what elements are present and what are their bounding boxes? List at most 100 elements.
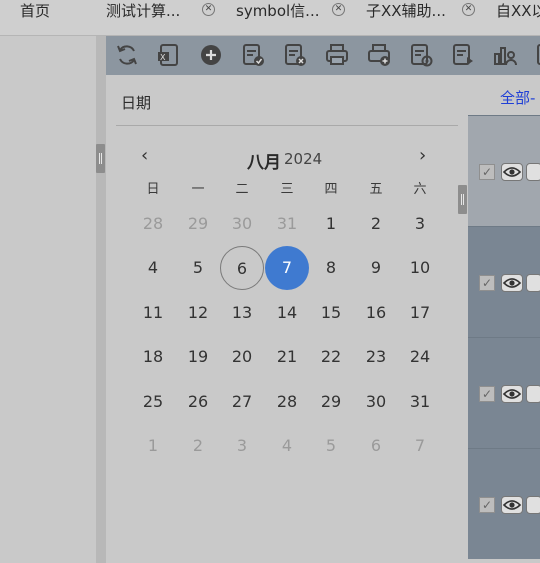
svg-text:X: X (160, 53, 166, 62)
filter-tab-all[interactable]: 全部- (500, 87, 535, 108)
print-add-icon[interactable] (366, 42, 392, 68)
edit-icon[interactable] (526, 274, 540, 292)
tab-close-icon[interactable]: ✕ (462, 3, 475, 16)
weekday-label: 四 (324, 182, 338, 197)
calendar-day[interactable]: 30 (220, 202, 264, 246)
calendar-day[interactable]: 4 (131, 246, 175, 290)
chevron-left-icon[interactable]: ‹ (141, 147, 155, 165)
tab-home[interactable]: 首页 (20, 0, 50, 24)
calendar-day[interactable]: 13 (220, 291, 264, 335)
calendar-day[interactable]: 14 (265, 291, 309, 335)
calendar-day[interactable]: 16 (354, 291, 398, 335)
toolbar: X (106, 36, 540, 75)
resize-handle-icon[interactable] (96, 144, 105, 173)
weekday-label: 三 (280, 182, 294, 197)
tab-test-calc[interactable]: 测试计算... (106, 0, 180, 24)
table-row[interactable]: ✓ (468, 115, 540, 226)
weekday-label: 五 (369, 182, 383, 197)
row-checkbox[interactable]: ✓ (479, 164, 495, 180)
calendar-day[interactable]: 1 (131, 424, 175, 468)
calendar-day[interactable]: 11 (131, 291, 175, 335)
month-label[interactable]: 八月 (247, 148, 281, 173)
calendar-day[interactable]: 29 (309, 380, 353, 424)
refresh-icon[interactable] (114, 42, 140, 68)
row-checkbox[interactable]: ✓ (479, 386, 495, 402)
view-eye-icon[interactable] (501, 274, 523, 292)
edit-icon[interactable] (526, 496, 540, 514)
calendar-day-today[interactable]: 6 (220, 246, 264, 290)
calendar-day[interactable]: 2 (354, 202, 398, 246)
view-eye-icon[interactable] (501, 163, 523, 181)
add-circle-icon[interactable] (198, 42, 224, 68)
tab-sub-aux[interactable]: 子XX辅助... (366, 0, 446, 24)
sidebar-splitter[interactable] (96, 36, 106, 563)
calendar-day[interactable]: 20 (220, 335, 264, 379)
calendar-day[interactable]: 5 (309, 424, 353, 468)
tab-symbol[interactable]: symbol信... (236, 0, 319, 24)
calendar-day[interactable]: 31 (398, 380, 442, 424)
print-icon[interactable] (324, 42, 350, 68)
tab-self[interactable]: 自XX以 (496, 0, 540, 24)
table-row[interactable]: ✓ (468, 448, 540, 559)
view-eye-icon[interactable] (501, 385, 523, 403)
divider (116, 125, 458, 126)
tab-close-icon[interactable]: ✕ (202, 3, 215, 16)
calendar-day[interactable]: 3 (220, 424, 264, 468)
year-label[interactable]: 2024 (284, 150, 322, 168)
calendar-day[interactable]: 30 (354, 380, 398, 424)
date-picker-popup: 日期 ‹ 八月 2024 › 日一二三四五六 28 29 30 31 1 2 3 4 5 6 7 8 9 1… (106, 75, 468, 563)
calendar-day[interactable]: 28 (131, 202, 175, 246)
row-checkbox[interactable]: ✓ (479, 275, 495, 291)
weekday-label: 二 (235, 182, 249, 197)
calendar-day[interactable]: 10 (398, 246, 442, 290)
calendar-day[interactable]: 28 (265, 380, 309, 424)
edit-icon[interactable] (526, 163, 540, 181)
calendar-day[interactable]: 7 (398, 424, 442, 468)
calendar-day[interactable]: 17 (398, 291, 442, 335)
view-eye-icon[interactable] (501, 496, 523, 514)
calendar-day[interactable]: 21 (265, 335, 309, 379)
table-row[interactable]: ✓ (468, 337, 540, 448)
document-settings-icon[interactable] (408, 42, 434, 68)
calendar-day[interactable]: 27 (220, 380, 264, 424)
calendar-day[interactable]: 29 (176, 202, 220, 246)
table-row[interactable]: ✓ (468, 226, 540, 337)
weekday-label: 日 (146, 182, 160, 197)
calendar-day[interactable]: 2 (176, 424, 220, 468)
record-list: 全部- ✓ ✓ ✓ ✓ (468, 75, 540, 563)
document-icon[interactable] (534, 42, 540, 68)
calendar-day[interactable]: 23 (354, 335, 398, 379)
calendar-day[interactable]: 18 (131, 335, 175, 379)
calendar-day[interactable]: 4 (265, 424, 309, 468)
calendar-day[interactable]: 19 (176, 335, 220, 379)
calendar-day[interactable]: 24 (398, 335, 442, 379)
document-cancel-icon[interactable] (282, 42, 308, 68)
document-play-icon[interactable] (450, 42, 476, 68)
calendar-day[interactable]: 5 (176, 246, 220, 290)
calendar-day[interactable]: 31 (265, 202, 309, 246)
calendar-day-selected[interactable]: 7 (265, 246, 309, 290)
tab-close-icon[interactable]: ✕ (332, 3, 345, 16)
calendar-day[interactable]: 22 (309, 335, 353, 379)
date-field-label: 日期 (121, 94, 152, 112)
weekday-label: 六 (413, 182, 427, 197)
chevron-right-icon[interactable]: › (419, 147, 433, 165)
calendar-day[interactable]: 15 (309, 291, 353, 335)
document-check-icon[interactable] (240, 42, 266, 68)
weekday-label: 一 (191, 182, 205, 197)
calendar-day[interactable]: 6 (354, 424, 398, 468)
calendar-day[interactable]: 8 (309, 246, 353, 290)
calendar-day[interactable]: 12 (176, 291, 220, 335)
chart-user-icon[interactable] (492, 42, 518, 68)
edit-icon[interactable] (526, 385, 540, 403)
calendar-day[interactable]: 1 (309, 202, 353, 246)
excel-export-icon[interactable]: X (156, 42, 182, 68)
calendar-day[interactable]: 26 (176, 380, 220, 424)
tab-bar: 首页 测试计算... ✕ symbol信... ✕ 子XX辅助... ✕ 自XX… (0, 0, 540, 36)
row-checkbox[interactable]: ✓ (479, 497, 495, 513)
calendar-day[interactable]: 3 (398, 202, 442, 246)
calendar-day[interactable]: 25 (131, 380, 175, 424)
sidebar (0, 36, 96, 563)
calendar-day[interactable]: 9 (354, 246, 398, 290)
resize-handle-icon[interactable] (458, 185, 467, 214)
